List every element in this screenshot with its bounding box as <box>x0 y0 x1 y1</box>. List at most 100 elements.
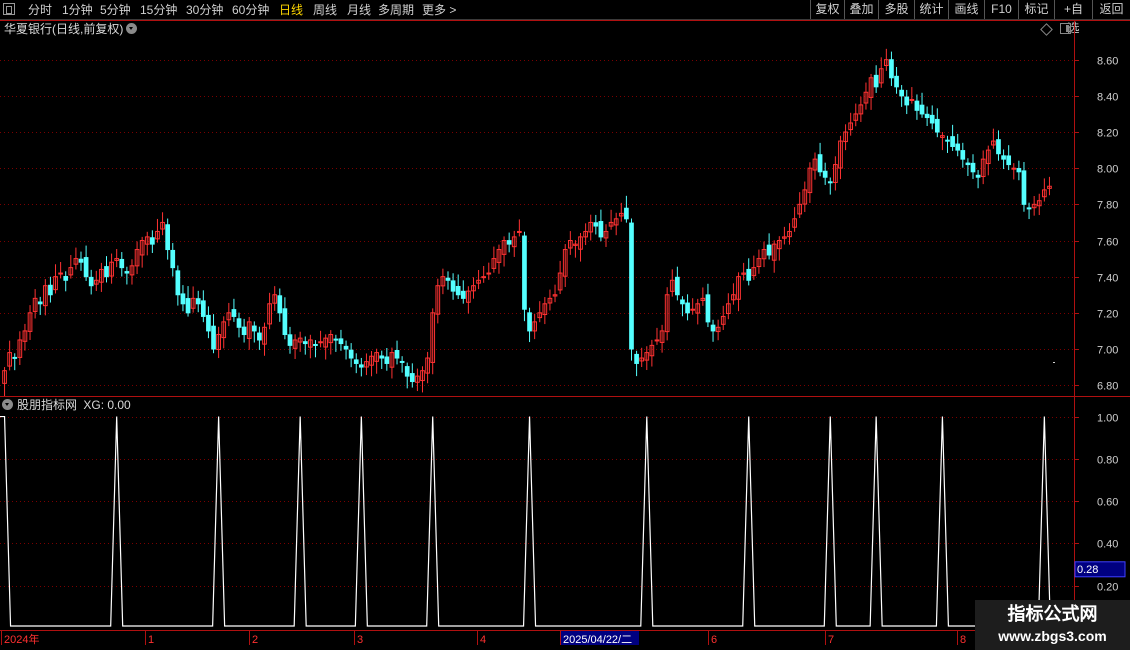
candle-body <box>654 339 660 342</box>
period-tab-5[interactable]: 60分钟 <box>232 2 269 18</box>
period-tab-9[interactable]: 多周期 <box>378 2 414 18</box>
candle-body <box>190 297 196 309</box>
candle-body <box>323 337 329 348</box>
candle-body <box>736 276 741 300</box>
price-tick-label: 8.60 <box>1097 56 1118 68</box>
candle-body <box>435 285 441 315</box>
candle-body <box>827 181 833 184</box>
price-tick-label: 8.00 <box>1097 164 1118 176</box>
candle-body <box>776 240 782 250</box>
candle-body <box>700 297 706 301</box>
candle-body <box>119 258 125 269</box>
period-tab-2[interactable]: 5分钟 <box>100 2 131 18</box>
toolbar-action-6[interactable]: 标记 <box>1018 0 1054 19</box>
candle-body <box>552 294 558 297</box>
candle-body <box>710 324 716 332</box>
candle-body <box>364 361 369 368</box>
time-axis-label: 4 <box>480 634 486 646</box>
candle-body <box>690 308 696 311</box>
candle-body <box>787 230 792 238</box>
watermark: 指标公式网 www.zbgs3.com <box>975 600 1130 650</box>
candle-body <box>527 312 532 332</box>
candle-body <box>624 207 629 220</box>
chevron-down-icon[interactable] <box>126 23 138 34</box>
candle-body <box>945 139 950 142</box>
candle-body <box>58 272 63 275</box>
candle-body <box>415 375 420 383</box>
time-cursor-box <box>561 631 639 645</box>
candle-body <box>22 330 28 342</box>
diamond-icon[interactable] <box>1040 23 1053 36</box>
candle-body <box>262 326 267 345</box>
candle-body <box>267 303 272 325</box>
candle-body <box>83 257 89 278</box>
candle-body <box>613 218 619 226</box>
candle-body <box>817 154 823 173</box>
time-axis-label: 6 <box>711 634 717 646</box>
candle-body <box>139 240 145 256</box>
toolbar-action-4[interactable]: 画线 <box>948 0 984 19</box>
price-tick-label: 7.00 <box>1097 345 1118 357</box>
candle-body <box>715 326 721 333</box>
time-axis-label: 2025/04/22/二 <box>563 634 632 646</box>
candle-body <box>858 104 864 115</box>
period-tab-1[interactable]: 1分钟 <box>62 2 93 18</box>
candle-body <box>1042 189 1047 198</box>
toolbar-action-2[interactable]: 多股 <box>878 0 914 19</box>
candle-body <box>471 285 476 292</box>
toolbar-action-5[interactable]: F10 <box>984 0 1018 19</box>
candle-body <box>165 224 171 251</box>
toolbar-action-1[interactable]: 叠加 <box>844 0 878 19</box>
toolbar-action-0[interactable]: 复权 <box>810 0 844 19</box>
toolbar-action-7[interactable]: +自选 <box>1054 0 1092 35</box>
toolbar-action-8[interactable]: 返回 <box>1092 0 1130 19</box>
candle-body <box>970 162 976 173</box>
time-axis-label: 7 <box>828 634 834 646</box>
candle-body <box>909 98 915 101</box>
candle-body <box>369 355 374 366</box>
candle-body <box>843 131 848 143</box>
period-tab-7[interactable]: 周线 <box>313 2 337 18</box>
candle-body <box>685 302 690 314</box>
candle-body <box>807 167 813 194</box>
price-tick-label: 8.20 <box>1097 128 1118 140</box>
panel-toggle-icon[interactable] <box>1060 23 1071 34</box>
candle-body <box>797 203 803 215</box>
window-toggle-icon[interactable] <box>3 3 15 15</box>
candle-body <box>476 279 481 284</box>
candle-body <box>1006 155 1012 166</box>
candle-body <box>547 297 553 304</box>
candle-body <box>904 96 910 106</box>
chevron-down-icon[interactable] <box>2 399 13 410</box>
candle-body <box>1036 200 1042 207</box>
candle-body <box>822 170 828 178</box>
candle-body <box>328 334 334 344</box>
price-tick-label: 8.40 <box>1097 92 1118 104</box>
candle-body <box>567 240 573 249</box>
candle-body <box>771 243 777 261</box>
candle-body <box>675 276 680 296</box>
candle-body <box>573 243 578 246</box>
period-tab-8[interactable]: 月线 <box>347 2 371 18</box>
period-tab-10[interactable]: 更多 > <box>422 2 456 18</box>
period-tab-3[interactable]: 15分钟 <box>140 2 177 18</box>
period-tab-6[interactable]: 日线 <box>279 2 303 18</box>
candle-body <box>282 308 288 336</box>
toolbar-action-3[interactable]: 统计 <box>914 0 948 19</box>
candle-body <box>659 330 665 343</box>
indicator-title[interactable]: 股朋指标网 XG: 0.00 <box>2 398 131 412</box>
watermark-url: www.zbgs3.com <box>998 628 1107 644</box>
period-tab-4[interactable]: 30分钟 <box>186 2 223 18</box>
candle-body <box>455 285 461 296</box>
candle-body <box>741 272 746 275</box>
candle-body <box>114 258 120 261</box>
candle-body <box>766 244 772 256</box>
candle-body <box>991 140 996 146</box>
indicator-tick-label: 0.20 <box>1097 582 1118 594</box>
candle-body <box>236 318 242 328</box>
period-tab-0[interactable]: 分时 <box>28 2 52 18</box>
candle-body <box>894 75 899 88</box>
candle-body <box>374 352 379 362</box>
stock-title[interactable]: 华夏银行(日线,前复权) <box>4 22 138 36</box>
time-axis-label: 2 <box>252 634 258 646</box>
